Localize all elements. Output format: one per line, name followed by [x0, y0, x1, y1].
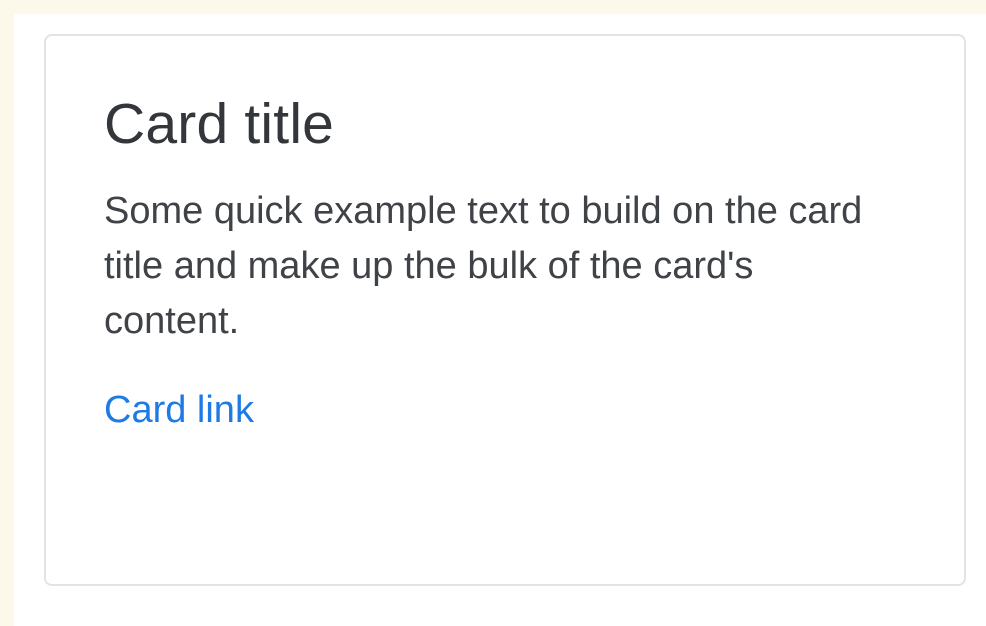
card: Card title Some quick example text to bu…: [44, 34, 966, 586]
card-body: Card title Some quick example text to bu…: [104, 96, 906, 433]
card-title: Card title: [104, 92, 335, 156]
card-text: Some quick example text to build on the …: [104, 190, 863, 343]
card-link[interactable]: Card link: [104, 389, 254, 433]
page-viewport: Card title Some quick example text to bu…: [0, 0, 986, 626]
